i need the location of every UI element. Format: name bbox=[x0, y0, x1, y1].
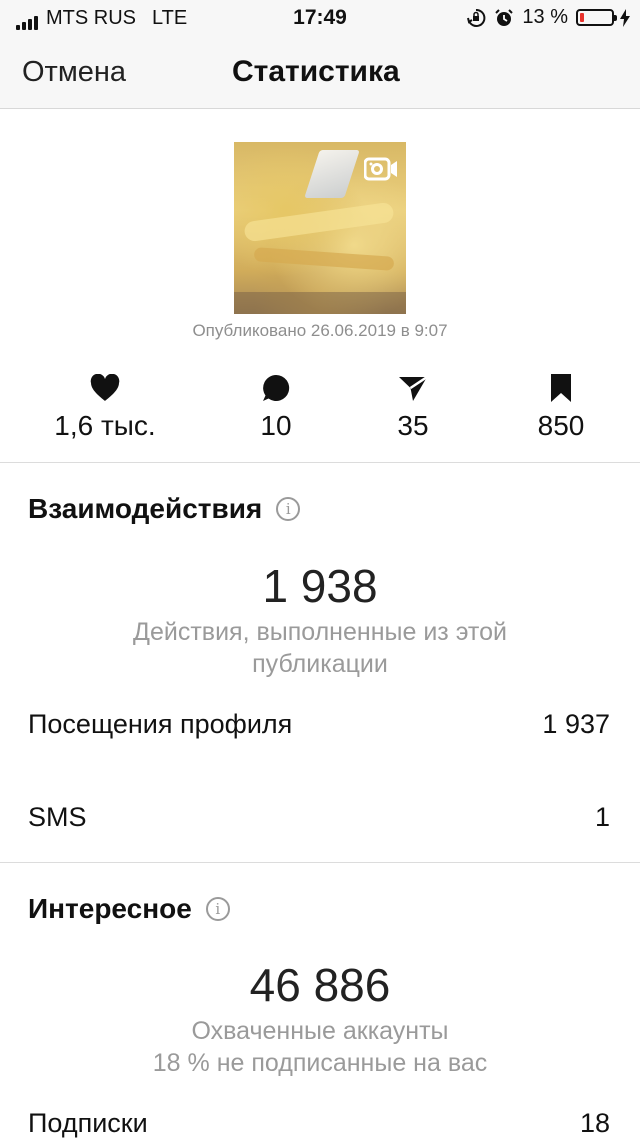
stat-likes-value: 1,6 тыс. bbox=[54, 410, 156, 441]
battery-fill bbox=[580, 13, 584, 22]
video-icon bbox=[364, 157, 397, 181]
row-value: 1 937 bbox=[542, 709, 610, 739]
stat-comments: 10 bbox=[196, 370, 356, 442]
post-thumbnail[interactable] bbox=[234, 142, 406, 314]
discovery-total: 46 886 bbox=[249, 959, 391, 1011]
battery-icon bbox=[576, 9, 617, 26]
interactions-total: 1 938 bbox=[262, 560, 378, 612]
share-icon bbox=[399, 375, 428, 401]
nav-bar: Отмена Статистика bbox=[0, 36, 640, 109]
discovery-caption-line2: 18 % не подписанные на вас bbox=[152, 1049, 488, 1077]
orientation-lock-icon bbox=[467, 8, 486, 27]
discovery-row-follows: Подписки 18 bbox=[28, 1108, 610, 1139]
stat-shares-value: 35 bbox=[397, 410, 429, 441]
battery-percent: 13 % bbox=[522, 6, 568, 28]
status-right: 13 % bbox=[466, 6, 630, 29]
row-value: 1 bbox=[594, 802, 610, 832]
charging-bolt-icon bbox=[620, 8, 630, 27]
engagement-stats: 1,6 тыс. 10 35 850 bbox=[0, 370, 640, 450]
info-icon[interactable]: i bbox=[276, 497, 301, 521]
row-value: 18 bbox=[579, 1108, 610, 1138]
status-bar: MTS RUS LTE 17:49 13 % bbox=[0, 0, 640, 36]
divider bbox=[0, 862, 640, 863]
interactions-row-sms: SMS 1 bbox=[28, 802, 610, 833]
published-date: Опубликовано 26.06.2019 в 9:07 bbox=[192, 321, 448, 340]
discovery-section-header: Интересное i bbox=[28, 893, 230, 925]
interactions-row-profile-visits: Посещения профиля 1 937 bbox=[28, 709, 610, 740]
interactions-caption-line2: публикации bbox=[252, 650, 388, 678]
discovery-caption: Охваченные аккаунты 18 % не подписанные … bbox=[80, 1015, 560, 1079]
alarm-icon bbox=[495, 8, 514, 26]
stat-shares: 35 bbox=[333, 370, 493, 442]
page-title: Статистика bbox=[232, 55, 400, 88]
stat-likes: 1,6 тыс. bbox=[25, 370, 185, 442]
discovery-caption-line1: Охваченные аккаунты bbox=[191, 1017, 449, 1045]
interactions-caption: Действия, выполненные из этой публикации bbox=[80, 616, 560, 680]
cancel-button[interactable]: Отмена bbox=[22, 56, 126, 89]
heart-icon bbox=[90, 374, 120, 401]
stat-comments-value: 10 bbox=[260, 410, 292, 441]
interactions-section-header: Взаимодействия i bbox=[28, 493, 301, 525]
interactions-title: Взаимодействия bbox=[28, 493, 263, 524]
interactions-caption-line1: Действия, выполненные из этой bbox=[133, 618, 507, 646]
row-label: Подписки bbox=[28, 1108, 148, 1138]
bookmark-icon bbox=[551, 374, 571, 402]
discovery-title: Интересное bbox=[28, 893, 192, 924]
stat-saves: 850 bbox=[481, 370, 640, 442]
info-icon[interactable]: i bbox=[205, 897, 230, 921]
divider bbox=[0, 462, 640, 463]
stat-saves-value: 850 bbox=[537, 410, 585, 441]
row-label: Посещения профиля bbox=[28, 709, 293, 739]
comment-icon bbox=[263, 374, 290, 401]
row-label: SMS bbox=[28, 802, 87, 832]
